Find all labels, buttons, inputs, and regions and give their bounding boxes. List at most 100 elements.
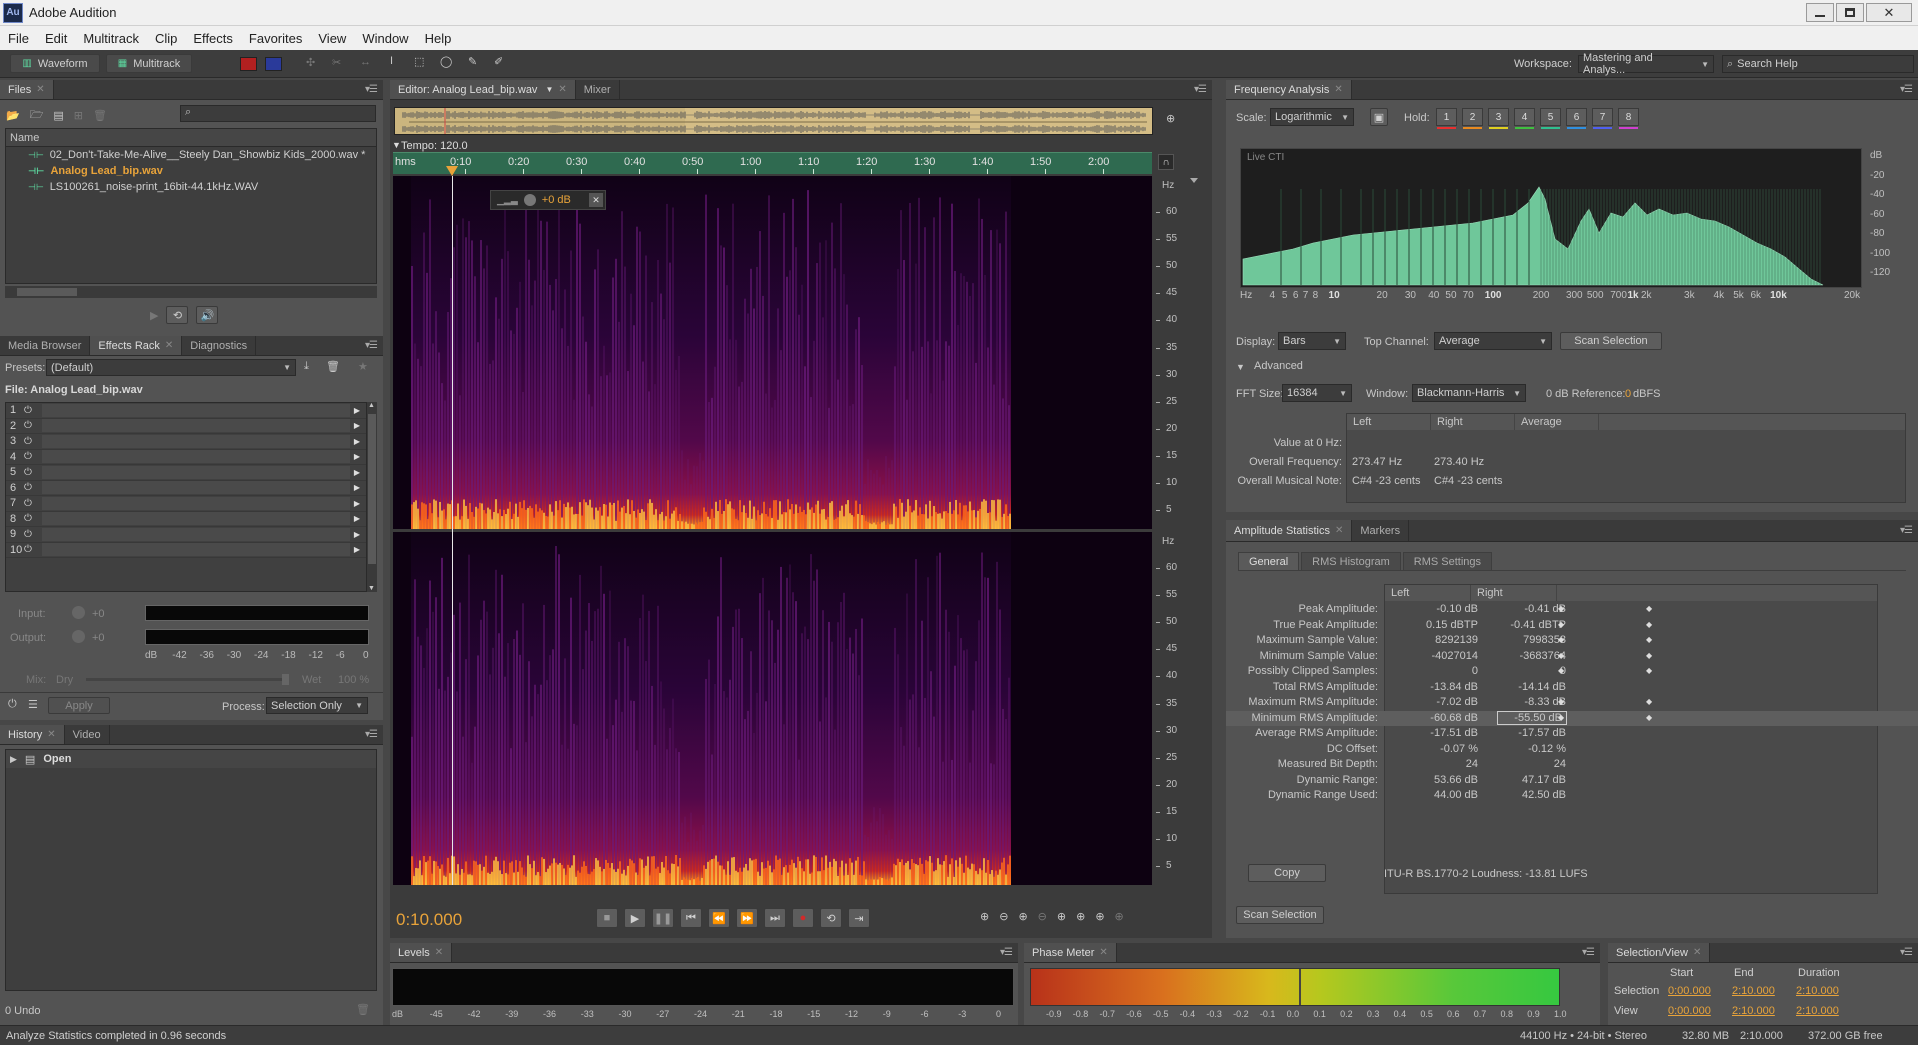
tab-effects-rack[interactable]: Effects Rack ✕ bbox=[90, 336, 183, 355]
tab-amplitude-statistics[interactable]: Amplitude Statistics ✕ bbox=[1226, 520, 1353, 541]
delete-preset-icon[interactable]: 🗑 bbox=[326, 360, 340, 373]
db-reference-value[interactable]: 0 bbox=[1625, 388, 1631, 400]
effect-slot[interactable]: 4 ⏻ ▶ bbox=[6, 450, 366, 465]
close-icon[interactable]: ✕ bbox=[558, 84, 566, 95]
chevron-right-icon[interactable]: ▶ bbox=[354, 545, 360, 554]
go-to-right-icon[interactable]: ◆ bbox=[1646, 697, 1652, 706]
search-help-input[interactable]: ⌕ Search Help bbox=[1722, 55, 1914, 73]
workspace-select[interactable]: Mastering and Analys... ▼ bbox=[1578, 52, 1714, 76]
hold-button-4[interactable]: 4 bbox=[1514, 108, 1535, 129]
new-file-icon[interactable]: ▤ bbox=[53, 106, 63, 125]
chevron-right-icon[interactable]: ▶ bbox=[354, 514, 360, 523]
input-db[interactable]: +0 bbox=[92, 608, 105, 620]
chevron-right-icon[interactable]: ▶ bbox=[354, 406, 360, 415]
selview-duration[interactable]: 2:10.000 bbox=[1796, 1005, 1839, 1017]
chevron-right-icon[interactable]: ▶ bbox=[354, 437, 360, 446]
menu-clip[interactable]: Clip bbox=[147, 31, 185, 46]
tab-diagnostics[interactable]: Diagnostics bbox=[182, 336, 257, 355]
go-to-left-icon[interactable]: ◆ bbox=[1558, 604, 1564, 613]
close-icon[interactable]: ✕ bbox=[1335, 525, 1343, 536]
zoom-in-time-icon[interactable]: ⊕ bbox=[1018, 910, 1027, 923]
chevron-right-icon[interactable]: ▶ bbox=[354, 530, 360, 539]
scroll-up-icon[interactable]: ▲ bbox=[368, 402, 375, 409]
files-hscrollbar[interactable] bbox=[5, 286, 377, 298]
tab-selection-view[interactable]: Selection/View ✕ bbox=[1608, 943, 1711, 962]
column-header-name[interactable]: Name bbox=[6, 129, 376, 147]
close-icon[interactable]: ✕ bbox=[36, 84, 44, 95]
hold-button-3[interactable]: 3 bbox=[1488, 108, 1509, 129]
selview-end[interactable]: 2:10.000 bbox=[1732, 1005, 1775, 1017]
panel-menu-icon[interactable]: ▾☰ bbox=[365, 729, 378, 740]
panel-menu-icon[interactable]: ▾☰ bbox=[1900, 525, 1913, 536]
close-icon[interactable]: ✕ bbox=[435, 947, 443, 958]
effect-slot-field[interactable] bbox=[42, 419, 350, 433]
chevron-right-icon[interactable]: ▶ bbox=[354, 421, 360, 430]
autoplay-button[interactable]: 🔊 bbox=[196, 306, 219, 324]
close-icon[interactable]: ✕ bbox=[165, 340, 173, 351]
process-select[interactable]: Selection Only ▼ bbox=[266, 697, 368, 714]
output-db[interactable]: +0 bbox=[92, 632, 105, 644]
go-to-left-icon[interactable]: ◆ bbox=[1558, 697, 1564, 706]
go-to-right-icon[interactable]: ◆ bbox=[1646, 620, 1652, 629]
effect-slot-field[interactable] bbox=[42, 403, 350, 417]
slip-tool-icon[interactable]: ↔ bbox=[360, 56, 371, 68]
window-select[interactable]: Blackmann-Harris ▼ bbox=[1412, 384, 1526, 402]
panel-menu-icon[interactable]: ▾☰ bbox=[365, 84, 378, 95]
selview-duration[interactable]: 2:10.000 bbox=[1796, 985, 1839, 997]
output-knob-icon[interactable] bbox=[72, 630, 85, 643]
chevron-right-icon[interactable]: ▶ bbox=[354, 499, 360, 508]
subtab-rms-histogram[interactable]: RMS Histogram bbox=[1301, 552, 1401, 570]
advanced-label[interactable]: Advanced bbox=[1254, 360, 1303, 372]
tab-frequency-analysis[interactable]: Frequency Analysis ✕ bbox=[1226, 80, 1352, 99]
playhead-line[interactable] bbox=[452, 176, 453, 885]
effect-slot[interactable]: 8 ⏻ ▶ bbox=[6, 512, 366, 527]
spectral-frequency-toggle[interactable] bbox=[240, 57, 257, 71]
effect-slot-field[interactable] bbox=[42, 496, 350, 510]
play-icon[interactable]: ▶ bbox=[150, 306, 158, 324]
save-preset-icon[interactable]: ⤓ bbox=[304, 360, 309, 373]
power-icon[interactable]: ⏻ bbox=[24, 544, 38, 555]
effect-slot[interactable]: 7 ⏻ ▶ bbox=[6, 496, 366, 512]
effect-slot-field[interactable] bbox=[42, 512, 350, 526]
move-tool-icon[interactable]: ✣ bbox=[306, 56, 315, 69]
chevron-right-icon[interactable]: ▶ bbox=[354, 483, 360, 492]
power-icon[interactable]: ⏻ bbox=[24, 451, 38, 462]
go-to-left-icon[interactable]: ◆ bbox=[1558, 651, 1564, 660]
scan-selection-button[interactable]: Scan Selection bbox=[1236, 906, 1324, 924]
power-icon[interactable]: ⏻ bbox=[24, 467, 38, 478]
stop-button[interactable]: ■ bbox=[596, 908, 618, 928]
subtab-rms-settings[interactable]: RMS Settings bbox=[1402, 552, 1493, 570]
zoom-in-right-icon[interactable]: ⊕ bbox=[1095, 910, 1104, 923]
menu-multitrack[interactable]: Multitrack bbox=[75, 31, 147, 46]
tab-phase-meter[interactable]: Phase Meter ✕ bbox=[1024, 943, 1117, 962]
close-icon[interactable]: ✕ bbox=[1334, 84, 1342, 95]
copy-button[interactable]: Copy bbox=[1248, 864, 1326, 882]
loop-playback-button[interactable]: ⟲ bbox=[820, 908, 842, 928]
subtab-general[interactable]: General bbox=[1238, 552, 1300, 570]
power-icon[interactable]: ⏻ bbox=[24, 405, 38, 416]
tab-levels[interactable]: Levels ✕ bbox=[390, 943, 453, 962]
hold-button-8[interactable]: 8 bbox=[1618, 108, 1639, 129]
time-ruler[interactable]: hms 0:10 0:20 0:30 0:40 0:50 1:00 1:10 1:20 1:30 1… bbox=[393, 152, 1152, 174]
scroll-down-icon[interactable]: ▼ bbox=[368, 585, 375, 592]
tab-history[interactable]: History ✕ bbox=[0, 725, 65, 744]
hold-button-7[interactable]: 7 bbox=[1592, 108, 1613, 129]
scan-selection-button[interactable]: Scan Selection bbox=[1560, 332, 1662, 350]
overview-waveform[interactable] bbox=[394, 107, 1153, 135]
fast-forward-button[interactable]: ⏩ bbox=[736, 908, 758, 928]
insert-icon[interactable]: ⊞ bbox=[74, 106, 83, 125]
presets-select[interactable]: (Default) ▼ bbox=[46, 359, 296, 376]
selview-start[interactable]: 0:00.000 bbox=[1668, 1005, 1711, 1017]
favorite-star-icon[interactable]: ★ bbox=[358, 360, 368, 373]
panel-menu-icon[interactable]: ▾☰ bbox=[1900, 947, 1913, 958]
zoom-in-left-icon[interactable]: ⊕ bbox=[1076, 910, 1085, 923]
effect-slot[interactable]: 1 ⏻ ▶ bbox=[6, 403, 366, 419]
spectral-pitch-toggle[interactable] bbox=[265, 57, 282, 71]
zoom-out-full-icon[interactable]: ⊖ bbox=[1038, 910, 1047, 923]
fft-size-select[interactable]: 16384 ▼ bbox=[1282, 384, 1352, 402]
power-icon[interactable]: ⏻ bbox=[24, 420, 38, 431]
tab-files[interactable]: Files ✕ bbox=[0, 80, 54, 99]
tab-mixer[interactable]: Mixer bbox=[576, 80, 620, 99]
effect-slot-field[interactable] bbox=[42, 434, 350, 448]
mix-slider[interactable] bbox=[86, 674, 289, 685]
